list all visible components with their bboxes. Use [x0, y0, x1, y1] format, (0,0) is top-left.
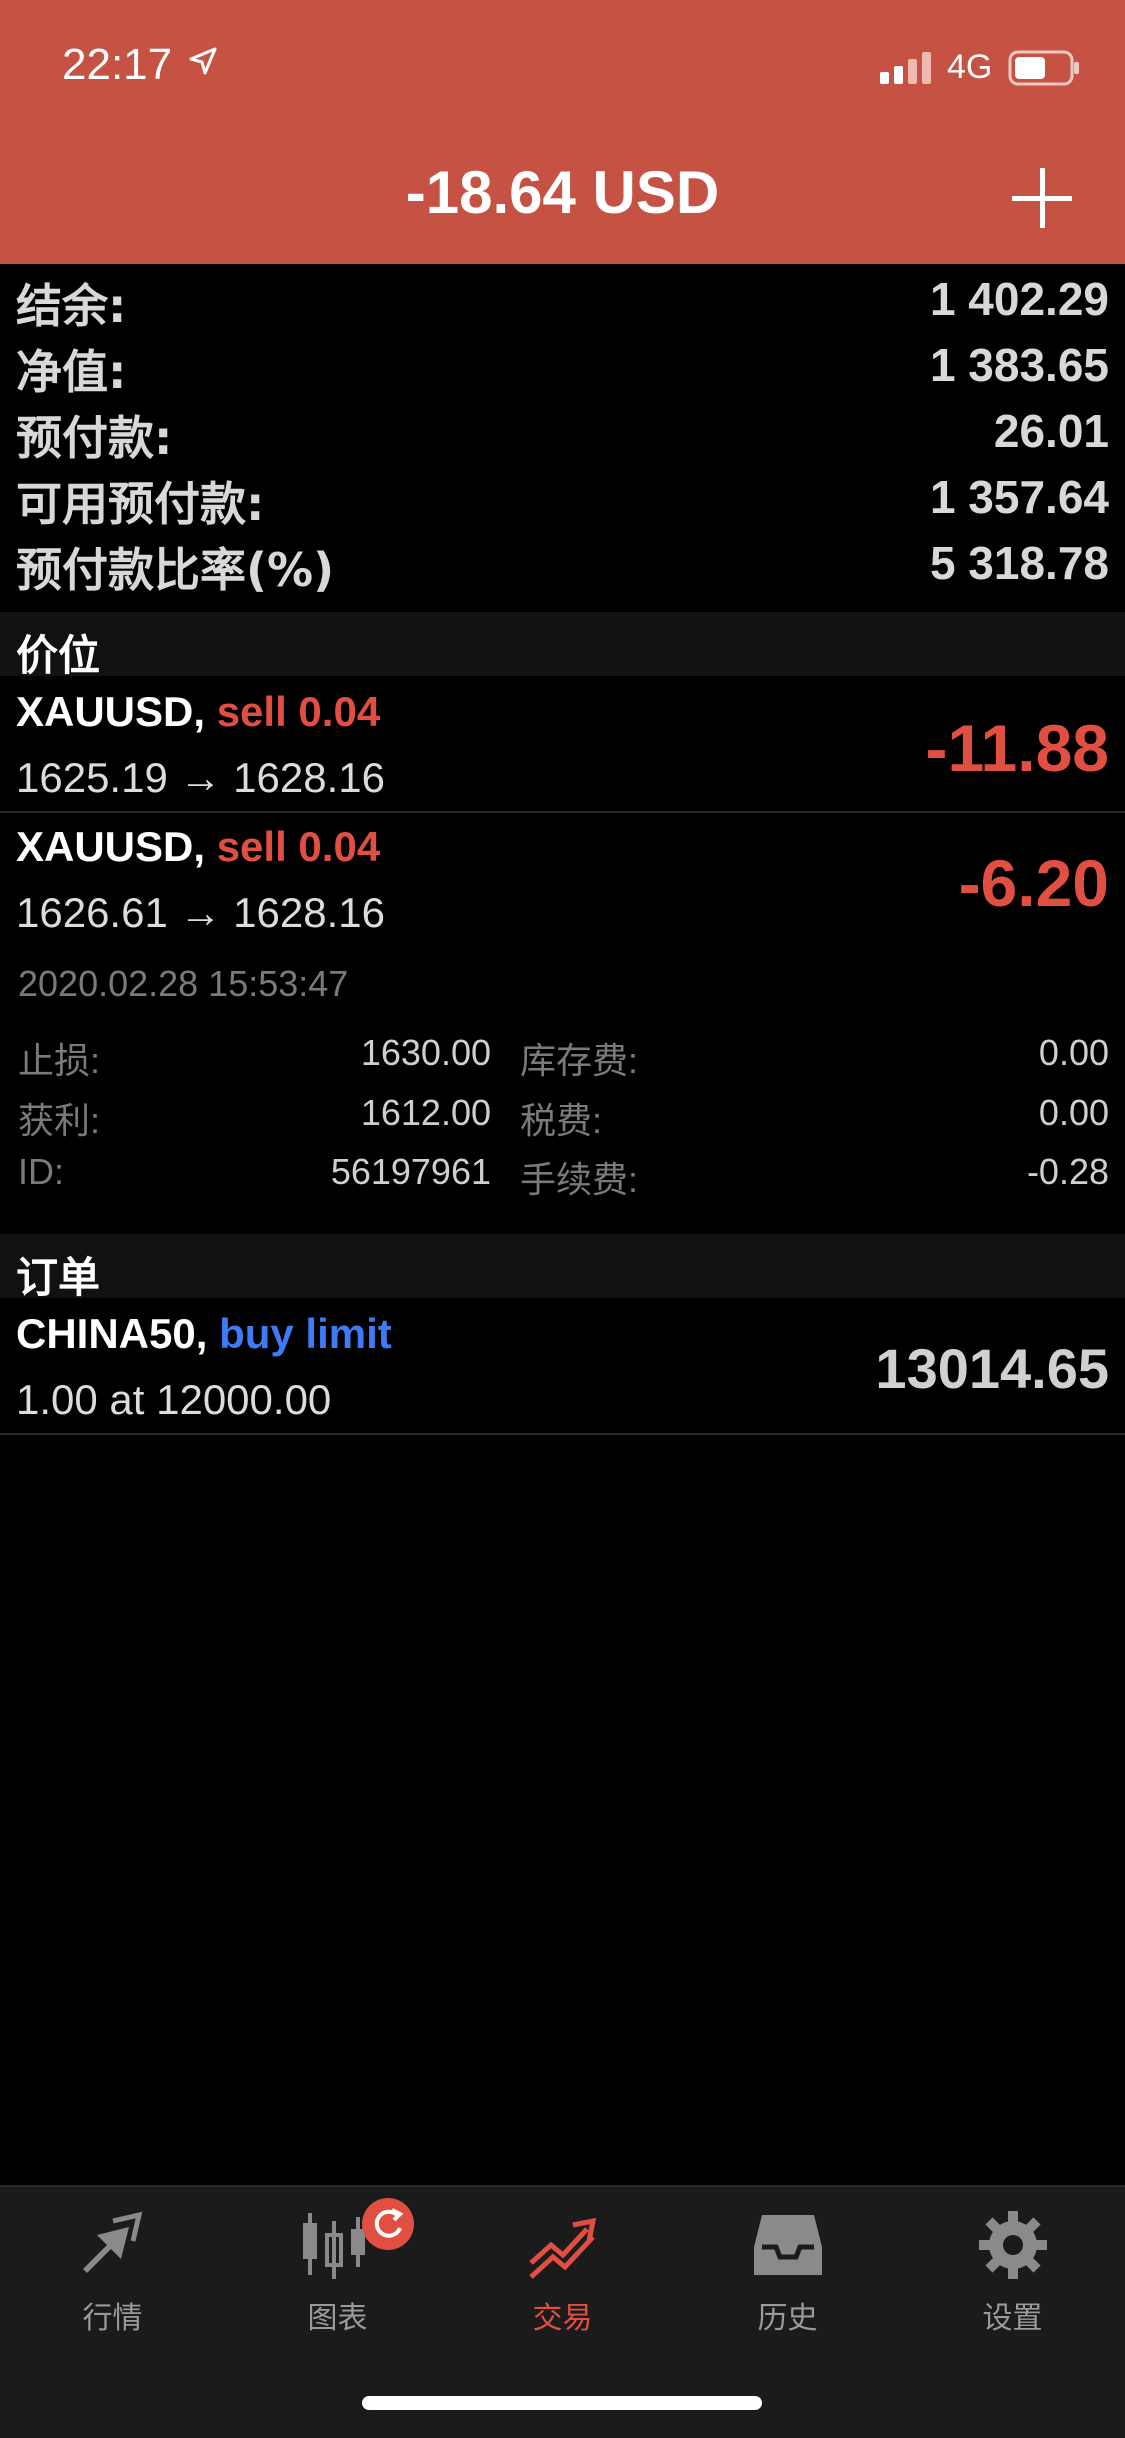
location-arrow-icon — [188, 46, 218, 80]
tab-label: 图表 — [307, 2301, 368, 2336]
position-row[interactable]: XAUUSD, sell 0.04 1625.19 → 1628.16 -11.… — [0, 688, 1125, 810]
balance-value: 1 402.29 — [929, 273, 1109, 325]
header-bar: 22:17 4G -18.64 USD — [0, 0, 1125, 264]
tax-label: 税费: — [520, 1100, 603, 1141]
signal-icon — [880, 52, 936, 88]
position-open-time: 2020.02.28 15:53:47 — [18, 963, 349, 1004]
quotes-icon — [0, 2207, 225, 2283]
divider — [0, 1433, 1125, 1435]
tab-trade[interactable]: 交易 — [450, 2207, 675, 2347]
tab-settings[interactable]: 设置 — [900, 2207, 1125, 2347]
stop-loss-value: 1630.00 — [360, 1032, 491, 1073]
settings-icon — [900, 2207, 1125, 2283]
network-type: 4G — [947, 48, 993, 86]
positions-section-header: 价位 — [0, 612, 1125, 680]
tab-label: 历史 — [757, 2301, 818, 2336]
tab-label: 设置 — [982, 2301, 1043, 2336]
tab-label: 交易 — [532, 2301, 593, 2336]
position-prices: 1625.19 → 1628.16 — [16, 754, 385, 801]
equity-value: 1 383.65 — [929, 339, 1109, 391]
swap-value: 0.00 — [1038, 1032, 1109, 1073]
take-profit-label: 获利: — [18, 1100, 101, 1141]
position-profit: -11.88 — [925, 711, 1110, 785]
divider — [0, 811, 1125, 813]
trade-icon — [450, 2207, 675, 2283]
equity-row: 净值: 1 383.65 — [0, 336, 1125, 402]
position-side: sell 0.04 — [216, 823, 381, 870]
symbol-name: XAUUSD, — [16, 688, 206, 735]
equity-label: 净值: — [16, 345, 127, 399]
margin-level-value: 5 318.78 — [929, 537, 1109, 589]
battery-icon — [1008, 50, 1080, 90]
free-margin-value: 1 357.64 — [929, 471, 1109, 523]
order-symbol: CHINA50, buy limit — [16, 1310, 392, 1358]
orders-section-title: 订单 — [16, 1253, 101, 1302]
position-row-expanded[interactable]: XAUUSD, sell 0.04 1626.61 → 1628.16 -6.2… — [0, 823, 1125, 945]
tax-value: 0.00 — [1038, 1092, 1109, 1133]
orders-section-header: 订单 — [0, 1234, 1125, 1302]
commission-label: 手续费: — [520, 1159, 639, 1200]
free-margin-label: 可用预付款: — [16, 477, 265, 531]
free-margin-row: 可用预付款: 1 357.64 — [0, 468, 1125, 534]
symbol-name: XAUUSD, — [16, 823, 206, 870]
home-indicator[interactable] — [362, 2396, 762, 2410]
margin-label: 预付款: — [16, 411, 173, 465]
position-side: sell 0.04 — [216, 688, 381, 735]
positions-section-title: 价位 — [16, 631, 101, 680]
order-type: buy limit — [219, 1310, 392, 1357]
commission-value: -0.28 — [1026, 1151, 1109, 1192]
swap-label: 库存费: — [520, 1040, 639, 1081]
new-order-plus-button[interactable] — [1012, 168, 1072, 228]
ticket-id-value: 56197961 — [330, 1151, 491, 1192]
take-profit-value: 1612.00 — [360, 1092, 491, 1133]
margin-level-row: 预付款比率(%) 5 318.78 — [0, 534, 1125, 600]
position-symbol: XAUUSD, sell 0.04 — [16, 688, 380, 736]
tab-label: 行情 — [82, 2301, 143, 2336]
balance-row: 结余: 1 402.29 — [0, 270, 1125, 336]
floating-profit-title: -18.64 USD — [405, 159, 720, 226]
order-current-price: 13014.65 — [875, 1337, 1109, 1400]
refresh-badge-icon — [362, 2198, 414, 2250]
tab-history[interactable]: 历史 — [675, 2207, 900, 2347]
position-prices: 1626.61 → 1628.16 — [16, 889, 385, 936]
order-detail: 1.00 at 12000.00 — [16, 1376, 332, 1423]
margin-row: 预付款: 26.01 — [0, 402, 1125, 468]
position-symbol: XAUUSD, sell 0.04 — [16, 823, 380, 871]
symbol-name: CHINA50, — [16, 1310, 208, 1357]
margin-level-label: 预付款比率(%) — [16, 543, 335, 597]
balance-label: 结余: — [16, 279, 127, 333]
status-time: 22:17 — [62, 40, 173, 89]
tab-quotes[interactable]: 行情 — [0, 2207, 225, 2347]
stop-loss-label: 止损: — [18, 1040, 101, 1081]
ticket-id-label: ID: — [18, 1151, 65, 1192]
chart-icon — [225, 2207, 450, 2283]
tab-chart[interactable]: 图表 — [225, 2207, 450, 2347]
margin-value: 26.01 — [993, 405, 1109, 457]
history-icon — [675, 2207, 900, 2283]
position-profit: -6.20 — [958, 846, 1109, 920]
